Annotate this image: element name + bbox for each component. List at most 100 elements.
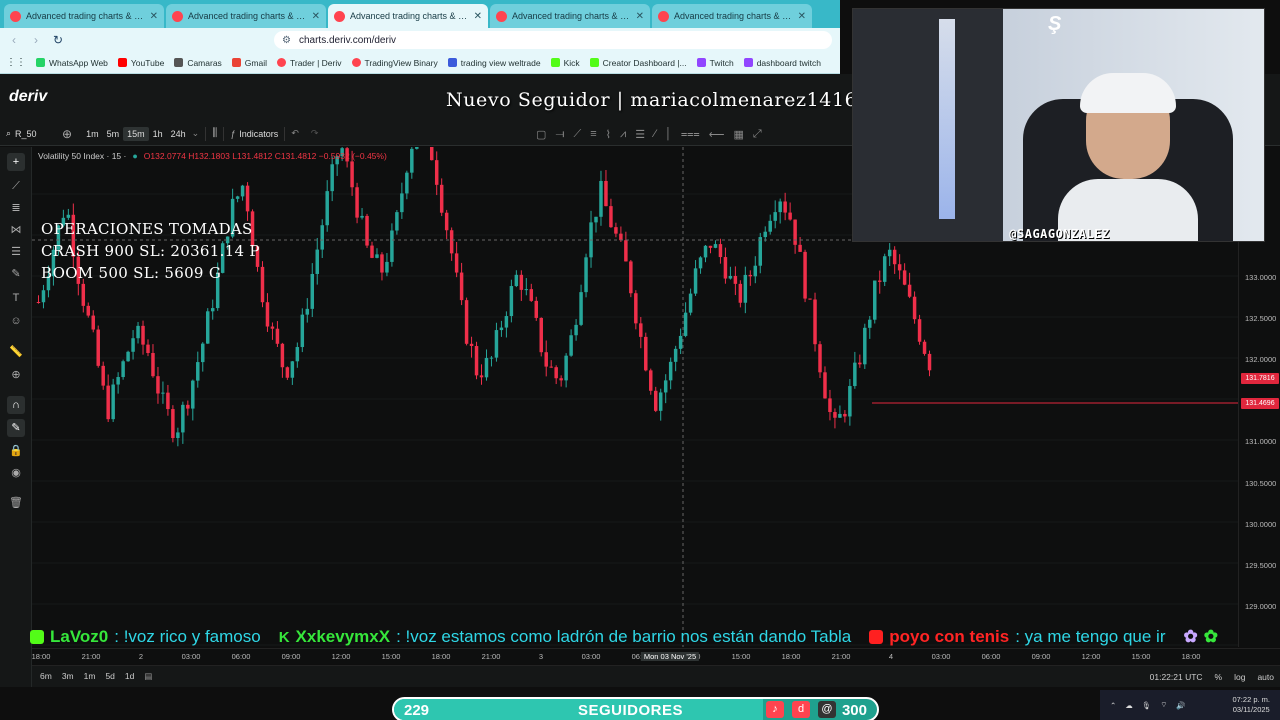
bookmark[interactable]: dashboard twitch [743,58,821,68]
time-scale[interactable]: 18:00 21:00 2 03:00 06:00 09:00 12:00 15:00 18:0… [32,648,1280,664]
close-icon[interactable]: ✕ [798,11,806,22]
close-icon[interactable]: ✕ [474,11,482,22]
fib-tool-icon[interactable]: ☰ [635,128,645,141]
left-drawing-toolbar: + ⟋ ≣ ⋈ ☰ ✎ T ☺ 📏 ⊕ ∩ ✎ 🔒 ◉ 🗑 [0,147,32,687]
range-6m[interactable]: 6m [40,671,52,682]
add-symbol-icon[interactable]: ⊕ [62,127,72,141]
range-1d[interactable]: 1d [125,671,134,682]
candle-body [285,367,290,378]
forward-icon[interactable]: › [30,33,42,47]
reload-icon[interactable]: ↻ [52,33,64,47]
deriv-favicon-icon [658,10,669,22]
ruler-icon[interactable]: 📏 [7,343,25,361]
mic-icon[interactable]: 🎙 [1142,701,1152,710]
browser-tab-active[interactable]: Advanced trading charts & tools ✕ [328,4,488,28]
candle-body [315,249,319,274]
brush-icon[interactable]: ✎ [7,265,25,283]
bookmark[interactable]: Trader | Deriv [277,58,342,68]
cloud-icon[interactable]: ☁ [1125,701,1133,710]
price-tick: 129.0000 [1245,602,1277,611]
site-info-icon[interactable]: ⚙ [282,35,291,46]
indicators-button[interactable]: ƒ Indicators [230,129,278,139]
brush-tool-icon[interactable]: ⁄ [654,128,656,140]
redo-icon[interactable]: ↷ [311,128,319,139]
pitchfork-icon[interactable]: ⋈ [7,221,25,239]
close-icon[interactable]: ✕ [636,11,644,22]
path-tool-icon[interactable]: ⌇ [606,128,611,141]
bookmark[interactable]: trading view weltrade [447,58,541,68]
bookmark[interactable]: Gmail [231,58,267,68]
bookmark[interactable]: Camaras [174,58,222,68]
browser-tab[interactable]: Advanced trading charts & tools | T✕ [490,4,650,28]
emoji-icon[interactable]: ☺ [7,312,25,330]
bookmark[interactable]: Creator Dashboard |... [589,58,687,68]
chevron-down-icon[interactable]: ⌄ [192,128,200,139]
lock-icon[interactable]: 🔒 [7,442,25,460]
time-tick: 15:00 [381,652,401,661]
follower-count: 229 [404,702,430,719]
bookmark[interactable]: TradingView Binary [351,58,438,68]
symbol-search[interactable]: ⌕ R_50 [6,128,62,139]
timeframe-1h[interactable]: 1h [149,127,167,141]
candle-body [101,365,105,386]
log-toggle[interactable]: log [1234,672,1245,682]
lock-drawing-icon[interactable]: ✎ [7,419,25,437]
time-tick: 03:00 [181,652,201,661]
auto-toggle[interactable]: auto [1257,672,1274,682]
pattern-tool-icon[interactable]: ⩘ [620,128,626,141]
hline-tool-icon[interactable]: ≣ [7,199,25,217]
candle-body [146,344,150,354]
apps-icon[interactable]: ⋮⋮ [6,57,26,68]
deriv-logo[interactable]: deriv [9,88,47,106]
timeframe-1m[interactable]: 1m [82,127,103,141]
trend-line-icon[interactable]: ⟋ [574,128,582,141]
fib-icon[interactable]: ☰ [7,243,25,261]
volume-icon[interactable]: 🔊 [1176,701,1185,710]
candle-body [733,275,738,284]
close-icon[interactable]: ✕ [312,11,320,22]
percent-toggle[interactable]: % [1215,672,1223,682]
rectangle-tool-icon[interactable]: ▢ [536,128,546,141]
timeframe-24h[interactable]: 24h [167,127,190,141]
close-icon[interactable]: ✕ [150,11,158,22]
timeframe-15m[interactable]: 15m [123,126,149,141]
browser-tab[interactable]: Advanced trading charts & tools | T✕ [4,4,164,28]
line-tool-icon[interactable]: ⟋ [7,177,25,195]
ray-tool-icon[interactable]: ⤢ [753,128,762,141]
channel-tool-icon[interactable]: ≡ [590,128,596,140]
range-1m[interactable]: 1m [84,671,96,682]
eye-icon[interactable]: ◉ [7,464,25,482]
browser-tab[interactable]: Advanced trading charts & tools | T✕ [166,4,326,28]
kick-icon [30,630,44,644]
whatsapp-icon [36,58,45,67]
candle-body [410,148,414,173]
bookmark[interactable]: WhatsApp Web [36,58,108,68]
bookmark[interactable]: YouTube [117,58,164,68]
grid-tool-icon[interactable]: ▦ [733,128,743,141]
candle-type-icon[interactable]: ⫼ [212,127,217,140]
bookmark[interactable]: Twitch [696,58,734,68]
horizontal-line-icon[interactable]: ⟵ [709,128,725,141]
parallel-lines-icon[interactable]: ⩶ [681,128,700,141]
trash-icon[interactable]: 🗑 [7,494,25,512]
magnet-icon[interactable]: ∩ [7,396,25,414]
vertical-line-icon[interactable]: │ [665,128,672,140]
symbol-label: R_50 [15,128,37,139]
range-5d[interactable]: 5d [105,671,114,682]
candle-body [753,265,758,277]
range-3m[interactable]: 3m [62,671,74,682]
system-clock[interactable]: 07:22 p. m. 03/11/2025 [1232,695,1270,715]
go-to-date-icon[interactable]: ▤ [144,671,152,682]
crosshair-icon[interactable]: + [7,153,25,171]
browser-tab[interactable]: Advanced trading charts & tools | T✕ [652,4,812,28]
chevron-up-icon[interactable]: ⌃ [1110,701,1116,710]
text-icon[interactable]: T [7,289,25,307]
undo-icon[interactable]: ↶ [291,128,299,139]
wifi-icon[interactable]: ⌔ [1160,700,1167,710]
zoom-icon[interactable]: ⊕ [7,366,25,384]
url-field[interactable]: ⚙ charts.deriv.com/deriv [274,31,832,49]
bookmark[interactable]: Kick [550,58,580,68]
timeframe-5m[interactable]: 5m [103,127,124,141]
horizontal-ray-icon[interactable]: ⟞ [555,128,564,141]
back-icon[interactable]: ‹ [8,33,20,47]
